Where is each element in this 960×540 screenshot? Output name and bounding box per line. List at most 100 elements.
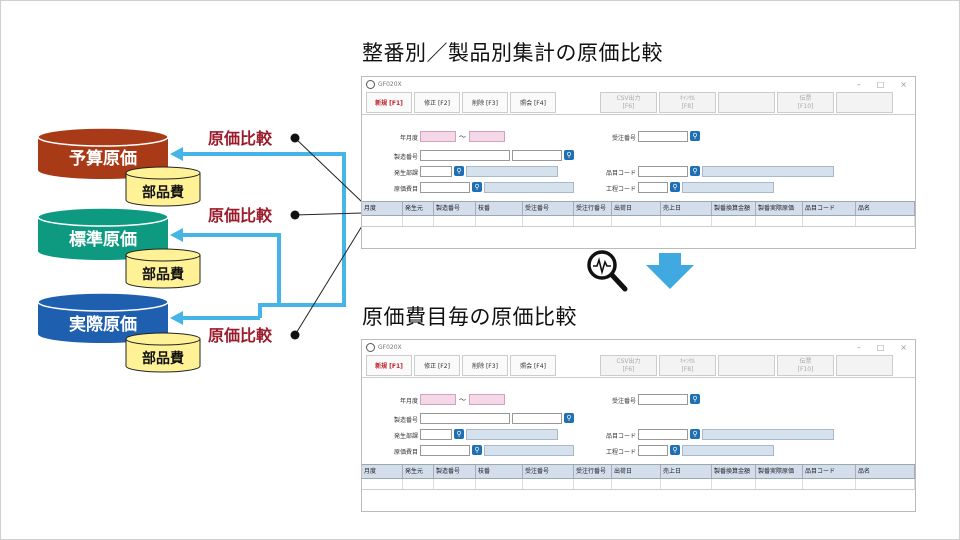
fiscal-month-to-input[interactable] — [469, 131, 505, 142]
new-button[interactable]: 新規 [F1] — [366, 92, 412, 113]
edit-button[interactable]: 修正 [F2] — [414, 92, 460, 113]
department-input[interactable] — [420, 429, 452, 440]
col-actual-cost[interactable]: 製番実際原価 — [756, 465, 803, 478]
col-item-code[interactable]: 品目コード — [803, 202, 856, 215]
cost-item-input[interactable] — [420, 182, 470, 193]
fiscal-month-from-input[interactable] — [420, 394, 456, 405]
search-icon[interactable]: ⚲ — [670, 445, 680, 455]
col-converted-amount[interactable]: 製番換算金額 — [712, 465, 756, 478]
compare-label-3: 原価比較 — [208, 326, 273, 345]
process-code-input[interactable] — [638, 182, 668, 193]
col-item-name[interactable]: 品名 — [856, 202, 915, 215]
search-icon[interactable]: ⚲ — [454, 166, 464, 176]
search-icon[interactable]: ⚲ — [690, 429, 700, 439]
grid-header: 月度 発生元 製造番号 枝番 受注番号 受注行番号 出荷日 売上日 製番換算金額… — [362, 464, 915, 479]
col-order-line[interactable]: 受注行番号 — [574, 202, 612, 215]
new-button[interactable]: 新規 [F1] — [366, 355, 412, 376]
col-order-line[interactable]: 受注行番号 — [574, 465, 612, 478]
item-code-input[interactable] — [638, 166, 688, 177]
order-no-input[interactable] — [638, 131, 688, 142]
close-icon[interactable]: × — [900, 80, 907, 89]
slip-button[interactable]: 伝票 [F10] — [777, 92, 834, 113]
search-icon[interactable]: ⚲ — [472, 445, 482, 455]
cancel-button[interactable]: ｷｬﾝｾﾙ [F8] — [659, 355, 716, 376]
fiscal-month-from-input[interactable] — [420, 131, 456, 142]
label-department: 発生部課 — [393, 170, 418, 177]
grid-header: 月度 発生元 製造番号 枝番 受注番号 受注行番号 出荷日 売上日 製番換算金額… — [362, 201, 915, 216]
col-branch[interactable]: 枝番 — [476, 202, 523, 215]
csv-export-button[interactable]: CSV出力 [F6] — [600, 92, 657, 113]
label-item-code: 品目コード — [605, 170, 636, 177]
col-item-code[interactable]: 品目コード — [803, 465, 856, 478]
sub-label-parts-1: 部品費 — [142, 184, 184, 201]
search-icon[interactable]: ⚲ — [564, 413, 574, 423]
maximize-icon[interactable]: □ — [877, 343, 885, 352]
blank-button-2[interactable] — [836, 355, 893, 376]
col-manufacturing-no[interactable]: 製造番号 — [434, 465, 476, 478]
slip-button[interactable]: 伝票 [F10] — [777, 355, 834, 376]
pointer-dot-3 — [290, 330, 300, 340]
toolbar: 新規 [F1] 修正 [F2] 削除 [F3] 照会 [F4] CSV出力 [F6… — [362, 355, 915, 378]
col-order-no[interactable]: 受注番号 — [523, 465, 574, 478]
delete-button[interactable]: 削除 [F3] — [462, 355, 508, 376]
col-ship-date[interactable]: 出荷日 — [612, 465, 661, 478]
col-branch[interactable]: 枝番 — [476, 465, 523, 478]
col-order-no[interactable]: 受注番号 — [523, 202, 574, 215]
cylinder-label-standard: 標準原価 — [69, 229, 137, 250]
col-ship-date[interactable]: 出荷日 — [612, 202, 661, 215]
search-icon[interactable]: ⚲ — [690, 394, 700, 404]
label-process-code: 工程コード — [605, 449, 636, 456]
minimize-icon[interactable]: – — [857, 343, 861, 352]
col-sales-date[interactable]: 売上日 — [661, 465, 712, 478]
inquiry-button[interactable]: 照会 [F4] — [510, 92, 556, 113]
col-origin[interactable]: 発生元 — [403, 465, 434, 478]
label-manufacturing-no: 製造番号 — [393, 154, 418, 161]
pointer-line-2 — [294, 212, 363, 216]
department-input[interactable] — [420, 166, 452, 177]
search-icon[interactable]: ⚲ — [454, 429, 464, 439]
col-origin[interactable]: 発生元 — [403, 202, 434, 215]
table-row[interactable] — [362, 479, 915, 490]
table-row[interactable] — [362, 216, 915, 227]
manufacturing-no-input[interactable] — [420, 413, 510, 424]
cancel-button[interactable]: ｷｬﾝｾﾙ [F8] — [659, 92, 716, 113]
search-icon[interactable]: ⚲ — [670, 182, 680, 192]
csv-export-button[interactable]: CSV出力 [F6] — [600, 355, 657, 376]
col-month[interactable]: 月度 — [362, 465, 403, 478]
window-cost-item-comparison: GF020X – □ × 新規 [F1] 修正 [F2] 削除 [F3] 照会 … — [361, 339, 916, 512]
order-no-input[interactable] — [638, 394, 688, 405]
inquiry-button[interactable]: 照会 [F4] — [510, 355, 556, 376]
search-icon[interactable]: ⚲ — [564, 150, 574, 160]
blank-button-2[interactable] — [836, 92, 893, 113]
app-logo-icon — [366, 343, 375, 352]
delete-button[interactable]: 削除 [F3] — [462, 92, 508, 113]
cost-item-input[interactable] — [420, 445, 470, 456]
col-item-name[interactable]: 品名 — [856, 465, 915, 478]
process-code-input[interactable] — [638, 445, 668, 456]
close-icon[interactable]: × — [900, 343, 907, 352]
item-name-display — [702, 166, 834, 177]
col-converted-amount[interactable]: 製番換算金額 — [712, 202, 756, 215]
col-sales-date[interactable]: 売上日 — [661, 202, 712, 215]
col-month[interactable]: 月度 — [362, 202, 403, 215]
cylinder-label-actual: 実際原価 — [69, 314, 137, 335]
sub-label-parts-2: 部品費 — [142, 266, 184, 283]
search-icon[interactable]: ⚲ — [472, 182, 482, 192]
minimize-icon[interactable]: – — [857, 80, 861, 89]
col-manufacturing-no[interactable]: 製造番号 — [434, 202, 476, 215]
fiscal-month-to-input[interactable] — [469, 394, 505, 405]
label-fiscal-month: 年月度 — [399, 398, 418, 405]
blank-button-1[interactable] — [718, 355, 775, 376]
edit-button[interactable]: 修正 [F2] — [414, 355, 460, 376]
col-actual-cost[interactable]: 製番実際原価 — [756, 202, 803, 215]
blank-button-1[interactable] — [718, 92, 775, 113]
search-icon[interactable]: ⚲ — [690, 131, 700, 141]
search-icon[interactable]: ⚲ — [690, 166, 700, 176]
manufacturing-branch-input[interactable] — [512, 413, 562, 424]
magnifier-waveform-icon — [587, 250, 628, 292]
manufacturing-branch-input[interactable] — [512, 150, 562, 161]
item-code-input[interactable] — [638, 429, 688, 440]
cost-item-name-display — [484, 182, 574, 193]
maximize-icon[interactable]: □ — [877, 80, 885, 89]
manufacturing-no-input[interactable] — [420, 150, 510, 161]
